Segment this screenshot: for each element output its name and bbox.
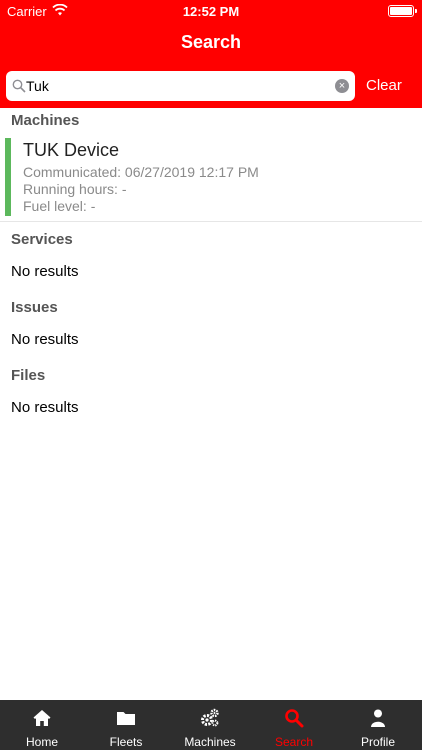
section-title-services: Services xyxy=(11,231,73,248)
section-title-machines: Machines xyxy=(11,112,80,129)
section-title-files: Files xyxy=(11,367,46,384)
tab-label: Home xyxy=(25,735,58,749)
tab-label: Search xyxy=(274,735,314,749)
tab-search[interactable]: Search xyxy=(252,700,336,750)
section-title-issues: Issues xyxy=(11,299,58,316)
clear-text-icon[interactable]: × xyxy=(335,79,349,93)
clear-button[interactable]: Clear xyxy=(366,77,402,94)
divider xyxy=(0,221,422,222)
search-icon xyxy=(12,79,26,93)
files-empty: No results xyxy=(11,399,79,416)
tab-machines[interactable]: Machines xyxy=(168,700,252,750)
battery-icon xyxy=(388,5,417,17)
page-title: Search xyxy=(180,32,242,52)
search-input[interactable] xyxy=(26,76,326,96)
tab-label: Machines xyxy=(184,735,236,749)
tab-bar: Home Fleets Machines Search Profile xyxy=(0,700,422,750)
search-field[interactable]: × xyxy=(6,71,355,101)
home-icon xyxy=(33,710,51,726)
status-time: 12:52 PM xyxy=(182,4,240,19)
machine-name: TUK Device xyxy=(23,140,120,160)
machine-running-hours: Running hours: - xyxy=(23,181,127,197)
machine-fuel-level: Fuel level: - xyxy=(23,198,96,214)
status-bar: Carrier 12:52 PM xyxy=(0,0,422,22)
issues-empty: No results xyxy=(11,331,79,348)
services-empty: No results xyxy=(11,263,79,280)
tab-profile[interactable]: Profile xyxy=(336,700,420,750)
folder-icon xyxy=(117,712,135,725)
tab-home[interactable]: Home xyxy=(0,700,84,750)
header: Carrier 12:52 PM Search × Clear xyxy=(0,0,422,108)
machine-row[interactable]: TUK Device Communicated: 06/27/2019 12:1… xyxy=(0,134,422,221)
tab-label: Fleets xyxy=(109,735,143,749)
tab-label: Profile xyxy=(360,735,395,749)
machine-communicated: Communicated: 06/27/2019 12:17 PM xyxy=(23,164,259,180)
gears-icon xyxy=(201,708,219,727)
user-icon xyxy=(371,709,385,727)
status-indicator xyxy=(5,138,11,216)
tab-fleets[interactable]: Fleets xyxy=(84,700,168,750)
search-icon xyxy=(285,709,304,728)
